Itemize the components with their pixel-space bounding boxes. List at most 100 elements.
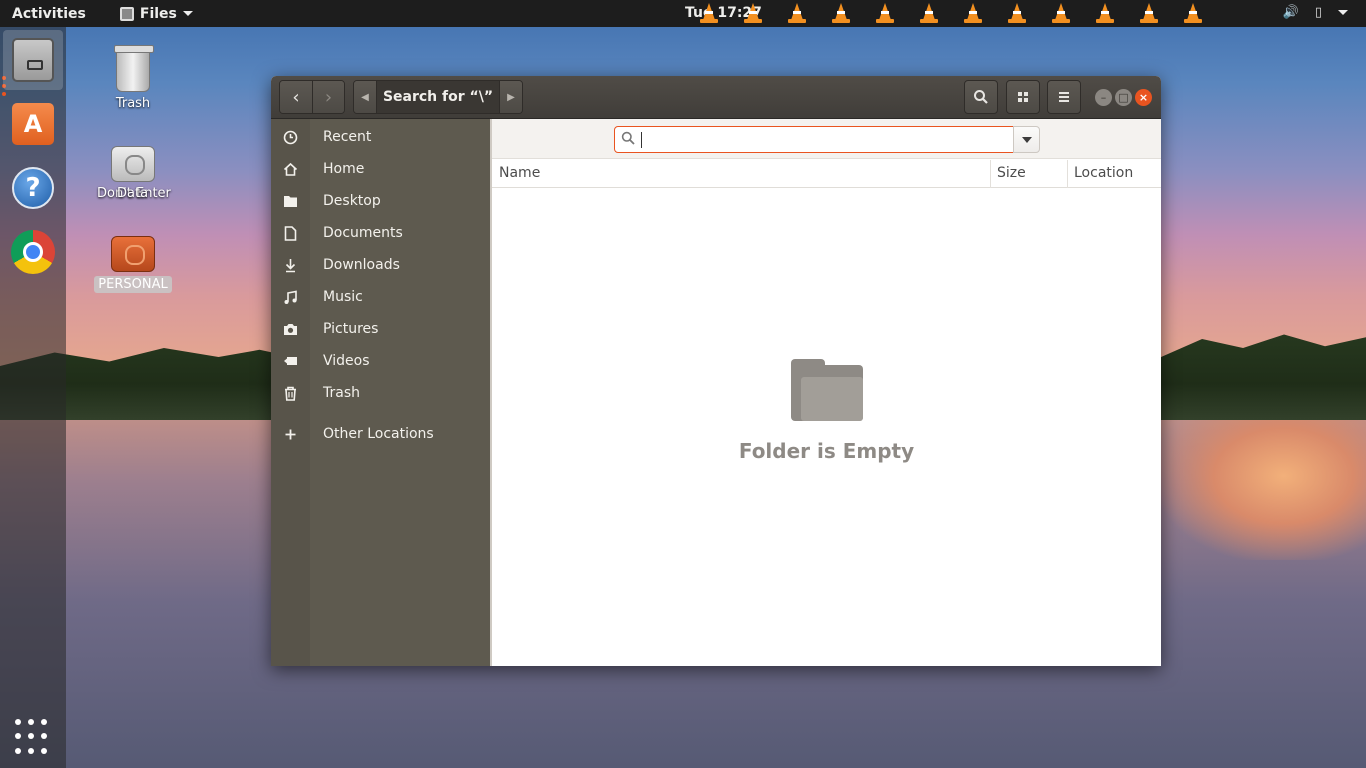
sidebar-item-label: Trash <box>323 385 360 401</box>
minimize-button[interactable]: – <box>1095 89 1112 106</box>
tray-icons <box>700 3 1202 23</box>
vlc-cone-icon[interactable] <box>1052 3 1070 23</box>
back-button[interactable]: ‹ <box>280 81 312 113</box>
camera-icon <box>271 323 310 336</box>
ubuntu-software-icon: A <box>12 103 54 145</box>
sidebar-item-label: Recent <box>323 129 372 145</box>
chrome-icon <box>11 230 55 274</box>
path-crumb[interactable]: Search for “\” <box>376 81 500 113</box>
navigation-buttons: ‹ › <box>279 80 345 114</box>
vlc-cone-icon[interactable] <box>788 3 806 23</box>
sidebar-item-downloads[interactable]: Downloads <box>271 249 490 281</box>
sidebar-item-home[interactable]: Home <box>271 153 490 185</box>
column-header-name[interactable]: Name <box>499 165 540 181</box>
sidebar-item-desktop[interactable]: Desktop <box>271 185 490 217</box>
files-icon <box>12 38 54 82</box>
empty-folder-icon <box>790 359 863 421</box>
path-scroll-right-button[interactable]: ▶ <box>500 81 522 113</box>
sidebar-item-label: Home <box>323 161 365 177</box>
column-header-location[interactable]: Location <box>1074 165 1133 181</box>
chevron-down-icon <box>1338 10 1348 15</box>
help-icon: ? <box>12 167 54 209</box>
app-menu-label: Files <box>139 5 177 22</box>
system-menu[interactable]: 🔊 ▯ <box>1283 5 1348 20</box>
battery-icon: ▯ <box>1314 5 1322 20</box>
search-input[interactable] <box>641 131 1001 148</box>
search-icon <box>974 90 988 104</box>
sidebar-item-documents[interactable]: Documents <box>271 217 490 249</box>
sidebar-item-label: Documents <box>323 225 403 241</box>
close-button[interactable]: × <box>1135 89 1152 106</box>
column-separator[interactable] <box>990 160 991 188</box>
header-bar: ‹ › ◀ Search for “\” ▶ – □ × <box>271 76 1161 119</box>
vlc-cone-icon[interactable] <box>1008 3 1026 23</box>
menu-button[interactable] <box>1047 80 1081 114</box>
chevron-left-icon: ‹ <box>292 86 300 108</box>
chevron-down-icon <box>1021 136 1032 143</box>
triangle-right-icon: ▶ <box>507 91 515 103</box>
search-bar <box>492 119 1161 159</box>
top-bar: Activities Files Tue 17:27 🔊 ▯ <box>0 0 1366 27</box>
dock-chrome[interactable] <box>3 222 63 282</box>
sidebar-item-videos[interactable]: Videos <box>271 345 490 377</box>
search-options-button[interactable] <box>1013 126 1040 153</box>
sidebar-item-label: Other Locations <box>323 426 434 442</box>
path-scroll-left-button[interactable]: ◀ <box>354 81 376 113</box>
search-toggle-button[interactable] <box>964 80 998 114</box>
home-icon <box>271 162 310 177</box>
vlc-cone-icon[interactable] <box>1096 3 1114 23</box>
empty-message: Folder is Empty <box>738 439 915 463</box>
sidebar-item-label: Desktop <box>323 193 381 209</box>
vlc-cone-icon[interactable] <box>920 3 938 23</box>
desktop-icon-data-drive[interactable]: Don't Enter Data <box>91 146 175 206</box>
forward-button[interactable]: › <box>312 81 344 113</box>
app-menu[interactable]: Files <box>119 5 193 22</box>
view-toggle-button[interactable] <box>1006 80 1040 114</box>
sidebar-item-pictures[interactable]: Pictures <box>271 313 490 345</box>
desktop-icon-trash[interactable]: Trash <box>91 45 175 111</box>
drive-icon <box>111 236 155 272</box>
desktop-icon-label: PERSONAL <box>94 276 172 293</box>
triangle-left-icon: ◀ <box>361 91 369 103</box>
vlc-cone-icon[interactable] <box>1184 3 1202 23</box>
activities-button[interactable]: Activities <box>12 6 86 22</box>
desktop-icon-label: Trash <box>115 96 151 111</box>
dock: A ? <box>0 27 66 768</box>
files-app-icon <box>119 6 134 21</box>
vlc-cone-icon[interactable] <box>700 3 718 23</box>
desktop-icon-personal-drive[interactable]: PERSONAL <box>91 236 175 293</box>
sidebar-item-other-locations[interactable]: Other Locations <box>271 418 490 450</box>
column-headers: Name Size Location <box>492 160 1161 188</box>
download-icon <box>271 258 310 273</box>
vlc-cone-icon[interactable] <box>964 3 982 23</box>
files-window: ‹ › ◀ Search for “\” ▶ – □ × Recent Home… <box>271 76 1161 666</box>
path-bar: ◀ Search for “\” ▶ <box>353 80 523 114</box>
sidebar-item-label: Downloads <box>323 257 400 273</box>
dock-files[interactable] <box>3 30 63 90</box>
sidebar-item-recent[interactable]: Recent <box>271 121 490 153</box>
search-field <box>614 126 1014 153</box>
places-sidebar: Recent Home Desktop Documents Downloads <box>271 119 490 666</box>
drive-icon <box>111 146 155 182</box>
vlc-cone-icon[interactable] <box>744 3 762 23</box>
chevron-down-icon <box>182 11 193 16</box>
vlc-cone-icon[interactable] <box>832 3 850 23</box>
sidebar-item-label: Videos <box>323 353 370 369</box>
clock-icon <box>271 130 310 145</box>
folder-icon <box>271 194 310 208</box>
sidebar-item-music[interactable]: Music <box>271 281 490 313</box>
dock-help[interactable]: ? <box>3 158 63 218</box>
column-separator[interactable] <box>1067 160 1068 188</box>
empty-state: Folder is Empty <box>492 359 1161 463</box>
sidebar-item-trash[interactable]: Trash <box>271 377 490 409</box>
vlc-cone-icon[interactable] <box>1140 3 1158 23</box>
column-header-size[interactable]: Size <box>997 165 1026 181</box>
document-icon <box>271 225 310 241</box>
sidebar-item-label: Pictures <box>323 321 379 337</box>
vlc-cone-icon[interactable] <box>876 3 894 23</box>
show-applications-button[interactable] <box>15 719 51 755</box>
dock-ubuntu-software[interactable]: A <box>3 94 63 154</box>
maximize-button[interactable]: □ <box>1115 89 1132 106</box>
desktop-icon-label: Don't Enter Data <box>91 186 175 202</box>
minimize-icon: – <box>1100 91 1107 104</box>
